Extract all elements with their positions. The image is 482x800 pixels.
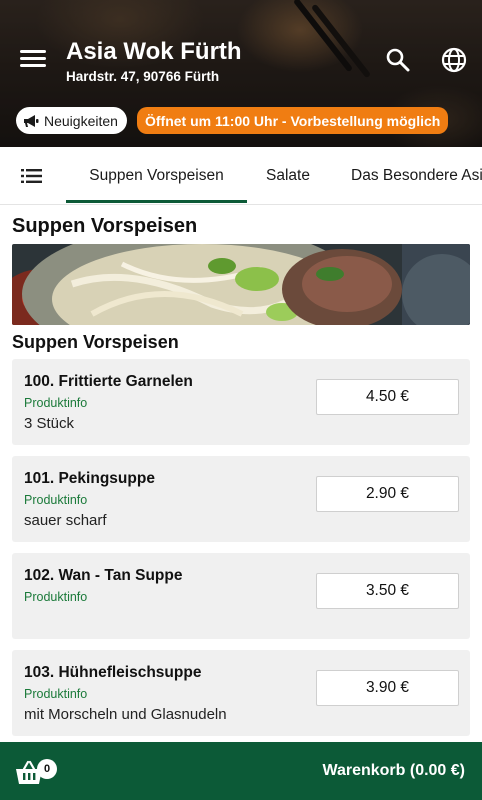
product-info-link[interactable]: Produktinfo — [24, 687, 87, 701]
restaurant-address: Hardstr. 47, 90766 Fürth — [66, 69, 220, 84]
section-title: Suppen Vorspeisen — [12, 215, 198, 237]
product-card[interactable]: 103. Hühnefleischsuppe Produktinfo mit M… — [12, 650, 470, 736]
product-card[interactable]: 101. Pekingsuppe Produktinfo sauer schar… — [12, 456, 470, 542]
tab-suppen-vorspeisen[interactable]: Suppen Vorspeisen — [66, 147, 247, 203]
news-button[interactable]: Neuigkeiten — [16, 107, 127, 134]
price-button[interactable]: 3.90 € — [316, 670, 459, 706]
news-label: Neuigkeiten — [44, 112, 118, 129]
product-name: 100. Frittierte Garnelen — [24, 373, 193, 390]
cart-bar[interactable]: 0 Warenkorb (0.00 €) — [0, 742, 482, 800]
product-description: sauer scharf — [24, 512, 107, 529]
product-name: 101. Pekingsuppe — [24, 470, 155, 487]
product-info-link[interactable]: Produktinfo — [24, 590, 87, 604]
product-description: 3 Stück — [24, 415, 75, 432]
restaurant-title: Asia Wok Fürth — [66, 38, 242, 65]
header-hero: Asia Wok Fürth Hardstr. 47, 90766 Fürth … — [0, 0, 482, 147]
price-button[interactable]: 4.50 € — [316, 379, 459, 415]
product-info-link[interactable]: Produktinfo — [24, 493, 87, 507]
product-description: mit Morscheln und Glasnudeln — [24, 706, 227, 723]
price-button[interactable]: 3.50 € — [316, 573, 459, 609]
globe-icon[interactable] — [440, 46, 468, 74]
product-card[interactable]: 100. Frittierte Garnelen Produktinfo 3 S… — [12, 359, 470, 445]
category-banner-image — [12, 244, 470, 325]
megaphone-icon — [24, 114, 39, 127]
opening-notice-badge: Öffnet um 11:00 Uhr - Vorbestellung mögl… — [137, 107, 449, 134]
price-button[interactable]: 2.90 € — [316, 476, 459, 512]
product-card[interactable]: 102. Wan - Tan Suppe Produktinfo 3.50 € — [12, 553, 470, 639]
list-icon[interactable] — [20, 166, 44, 186]
product-info-link[interactable]: Produktinfo — [24, 396, 87, 410]
category-tabs: Suppen Vorspeisen Salate Das Besondere A… — [0, 147, 482, 205]
tab-das-besondere-asiens[interactable]: Das Besondere Asiens — [351, 147, 482, 203]
tab-salate[interactable]: Salate — [266, 147, 310, 203]
section-subtitle: Suppen Vorspeisen — [12, 332, 179, 352]
product-name: 102. Wan - Tan Suppe — [24, 567, 183, 584]
menu-icon[interactable] — [18, 47, 48, 73]
cart-count-badge: 0 — [37, 759, 57, 779]
search-icon[interactable] — [384, 46, 412, 74]
product-name: 103. Hühnefleischsuppe — [24, 664, 202, 681]
cart-label: Warenkorb (0.00 €) — [322, 762, 465, 779]
